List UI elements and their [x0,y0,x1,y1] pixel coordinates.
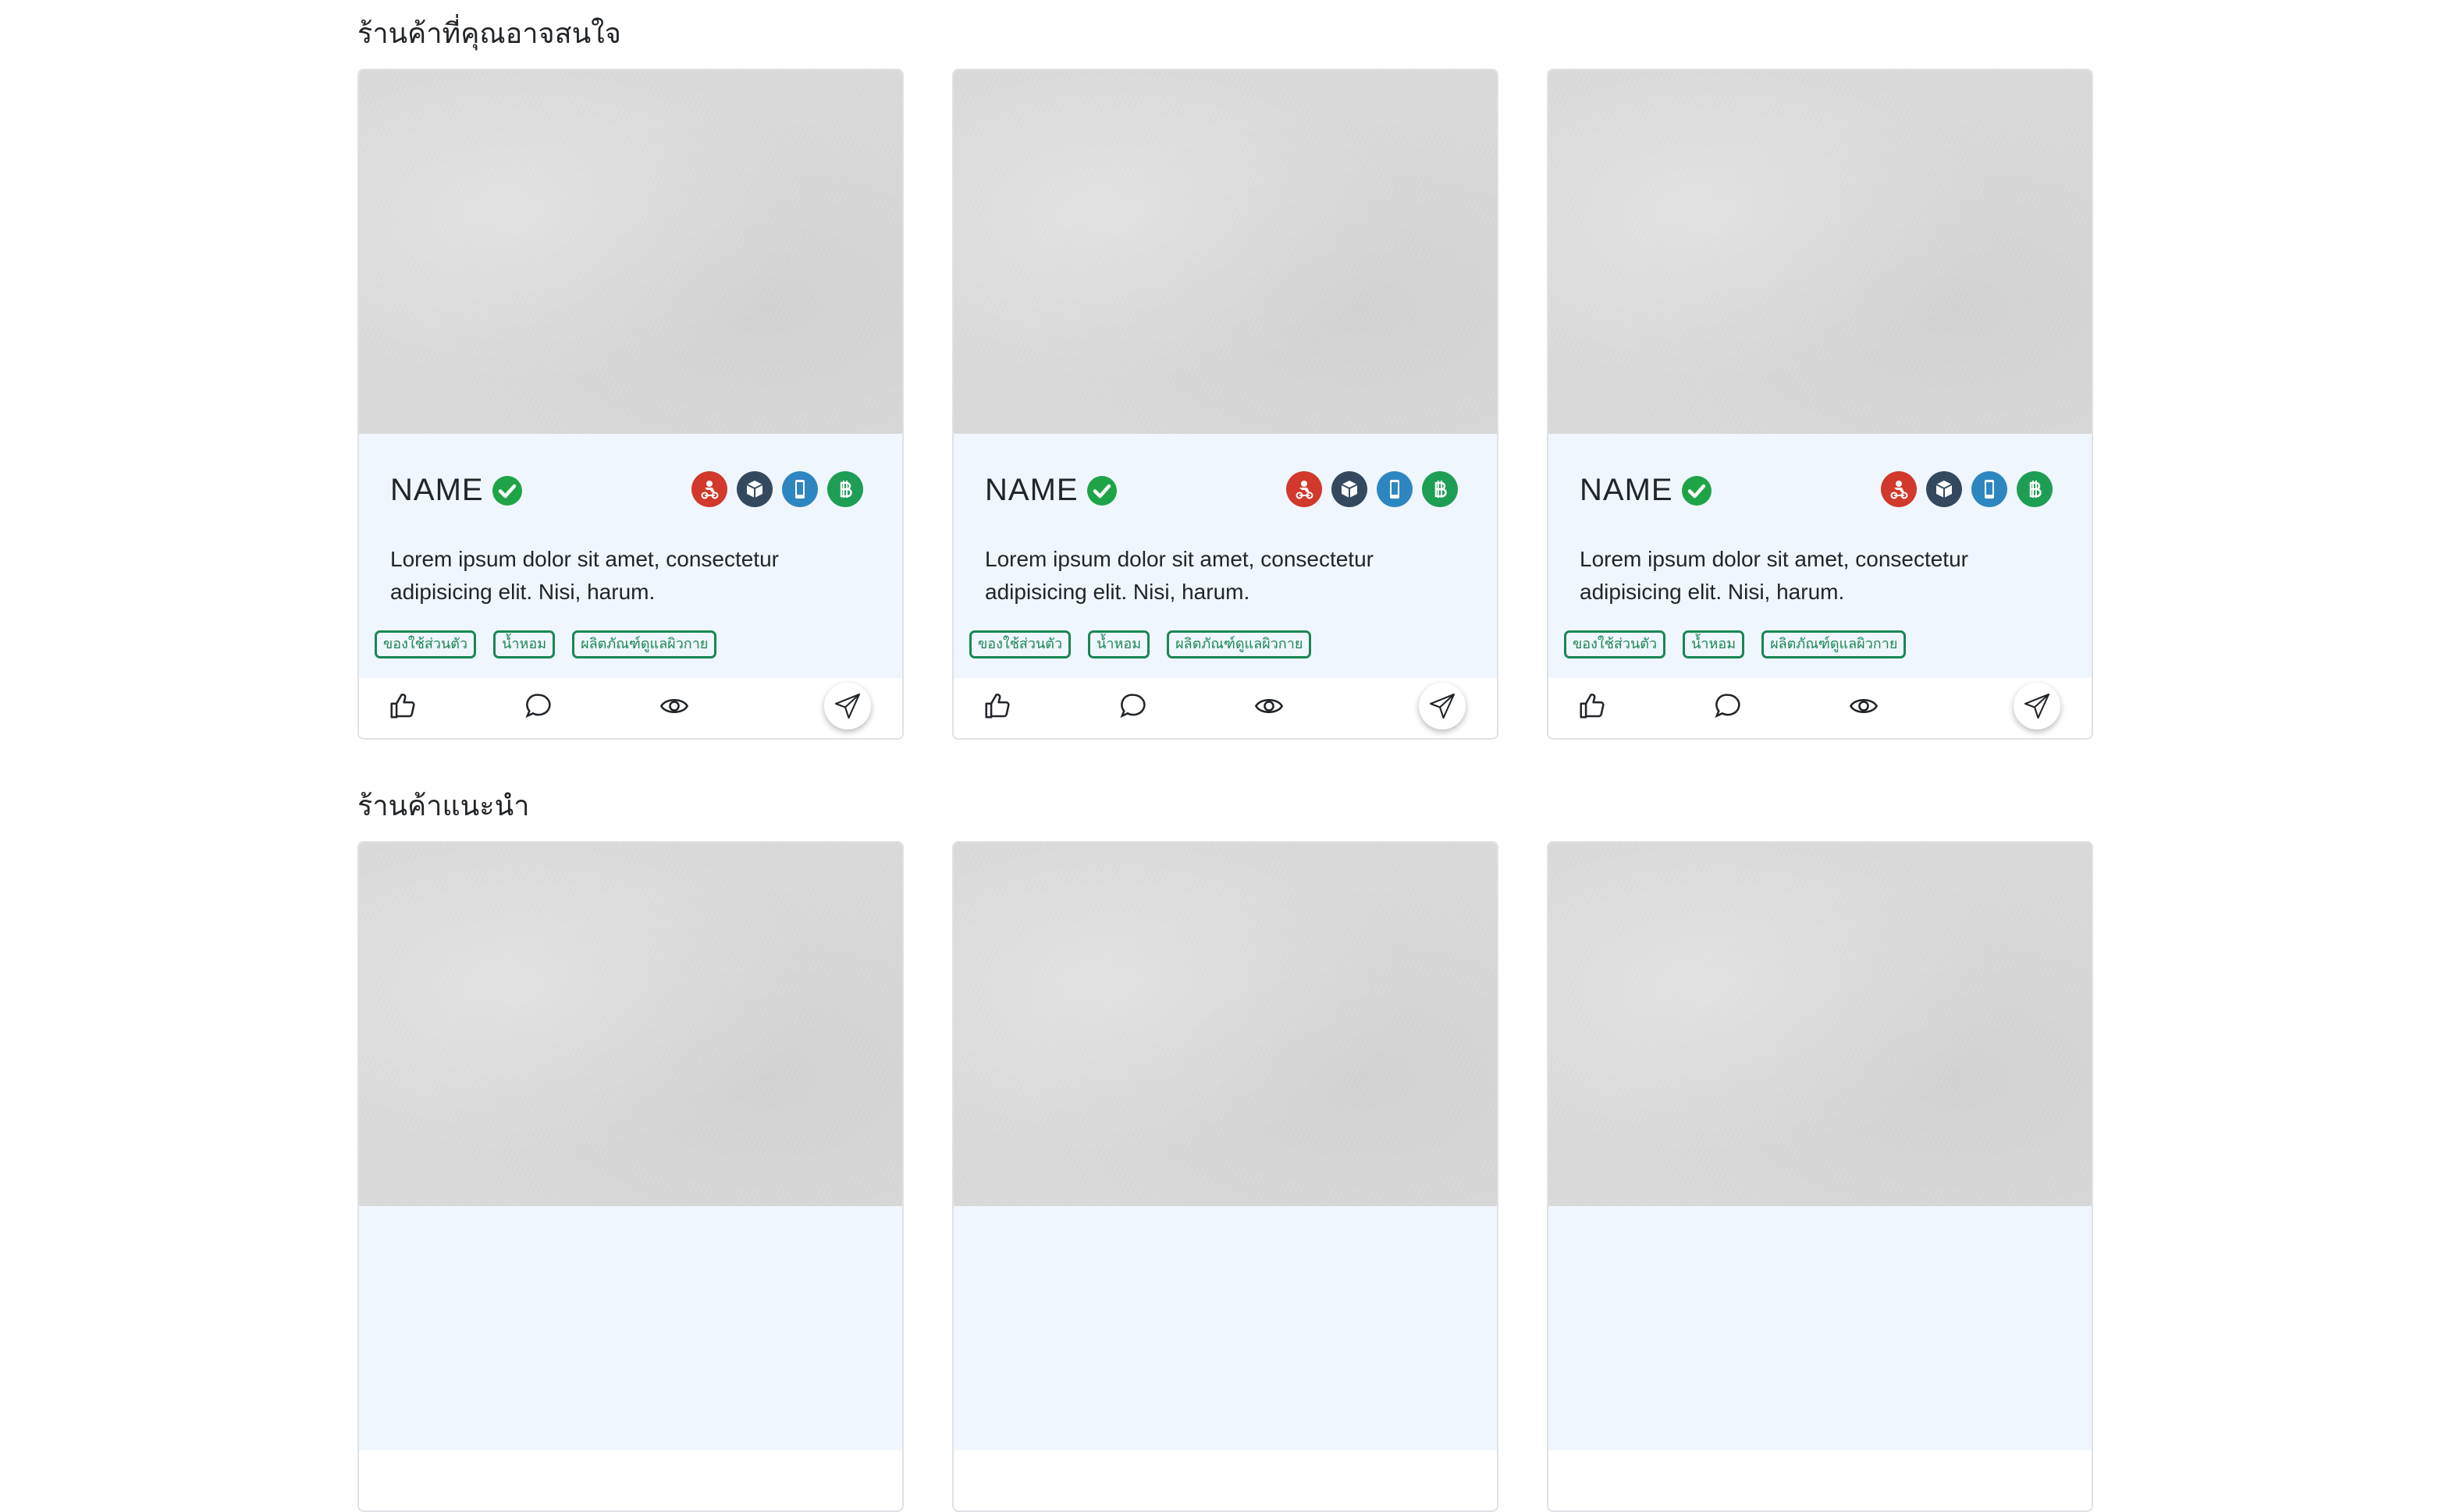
delivery-icon [691,471,727,507]
tag-list: ของใช้ส่วนตัว น้ำหอม ผลิตภัณฑ์ดูแลผิวกาย [375,630,717,658]
like-icon[interactable] [980,689,1015,723]
delivery-icon [1286,471,1322,507]
like-icon[interactable] [1575,689,1609,723]
verified-icon [1086,475,1117,506]
card-footer [359,678,902,738]
service-icons [691,471,863,507]
tag-personal-care[interactable]: ของใช้ส่วนตัว [1564,630,1666,658]
store-image [359,843,902,1206]
card-footer [954,678,1497,738]
baht-icon [1422,471,1458,507]
view-icon[interactable] [1847,689,1881,723]
store-image [954,843,1497,1206]
service-icons [1286,471,1458,507]
tag-personal-care[interactable]: ของใช้ส่วนตัว [969,630,1072,658]
store-card[interactable] [952,841,1498,1512]
mobile-icon [782,471,818,507]
card-body: NAME Lorem ipsum dolor sit amet, consect… [954,434,1497,678]
comment-icon[interactable] [521,689,556,723]
name-row: NAME [985,473,1118,508]
tag-list: ของใช้ส่วนตัว น้ำหอม ผลิตภัณฑ์ดูแลผิวกาย [1564,630,1907,658]
tag-body-care[interactable]: ผลิตภัณฑ์ดูแลผิวกาย [572,630,717,658]
store-description: Lorem ipsum dolor sit amet, consectetur … [1580,547,1968,604]
card-body [1548,1206,2092,1450]
store-description: Lorem ipsum dolor sit amet, consectetur … [985,547,1374,604]
tag-list: ของใช้ส่วนตัว น้ำหอม ผลิตภัณฑ์ดูแลผิวกาย [969,630,1312,658]
card-body: NAME Lorem ipsum dolor sit amet, consect… [359,434,902,678]
card-footer [1548,678,2092,738]
store-image [1548,843,2092,1206]
store-name: NAME [390,473,484,507]
view-icon[interactable] [1252,689,1286,723]
delivery-icon [1881,471,1917,507]
store-name: NAME [1580,473,1673,507]
name-row: NAME [1580,473,1712,508]
comment-icon[interactable] [1711,689,1745,723]
tag-perfume[interactable]: น้ำหอม [1088,630,1150,658]
view-icon[interactable] [657,689,691,723]
comment-icon[interactable] [1116,689,1150,723]
share-icon [2024,693,2050,719]
tag-body-care[interactable]: ผลิตภัณฑ์ดูแลผิวกาย [1167,630,1312,658]
store-name: NAME [985,473,1079,507]
share-button[interactable] [824,683,871,729]
share-icon [834,693,861,719]
store-card[interactable] [357,841,904,1512]
section-title-recommended: ร้านค้าแนะนำ [357,790,530,822]
verified-icon [1681,475,1712,506]
share-button[interactable] [1419,683,1466,729]
tag-perfume[interactable]: น้ำหอม [493,630,556,658]
store-image [1548,70,2092,434]
verified-icon [492,475,522,506]
like-icon[interactable] [386,689,420,723]
card-body: NAME Lorem ipsum dolor sit amet, consect… [1548,434,2092,678]
box-icon [737,471,773,507]
share-icon [1429,693,1456,719]
box-icon [1331,471,1367,507]
store-image [954,70,1497,434]
store-card[interactable]: NAME Lorem ipsum dolor sit amet, consect… [952,69,1498,740]
box-icon [1926,471,1962,507]
share-button[interactable] [2014,683,2060,729]
tag-perfume[interactable]: น้ำหอม [1683,630,1745,658]
store-description: Lorem ipsum dolor sit amet, consectetur … [390,547,779,604]
section-title-suggested: ร้านค้าที่คุณอาจสนใจ [357,18,621,50]
tag-body-care[interactable]: ผลิตภัณฑ์ดูแลผิวกาย [1761,630,1907,658]
name-row: NAME [390,473,523,508]
baht-icon [2017,471,2053,507]
store-card[interactable]: NAME Lorem ipsum dolor sit amet, consect… [1547,69,2093,740]
mobile-icon [1971,471,2007,507]
service-icons [1881,471,2053,507]
mobile-icon [1377,471,1413,507]
store-card[interactable] [1547,841,2093,1512]
store-card[interactable]: NAME Lorem ipsum dolor sit amet, consect… [357,69,904,740]
baht-icon [827,471,863,507]
tag-personal-care[interactable]: ของใช้ส่วนตัว [375,630,477,658]
card-body [359,1206,902,1450]
card-body [954,1206,1497,1450]
store-image [359,70,902,434]
